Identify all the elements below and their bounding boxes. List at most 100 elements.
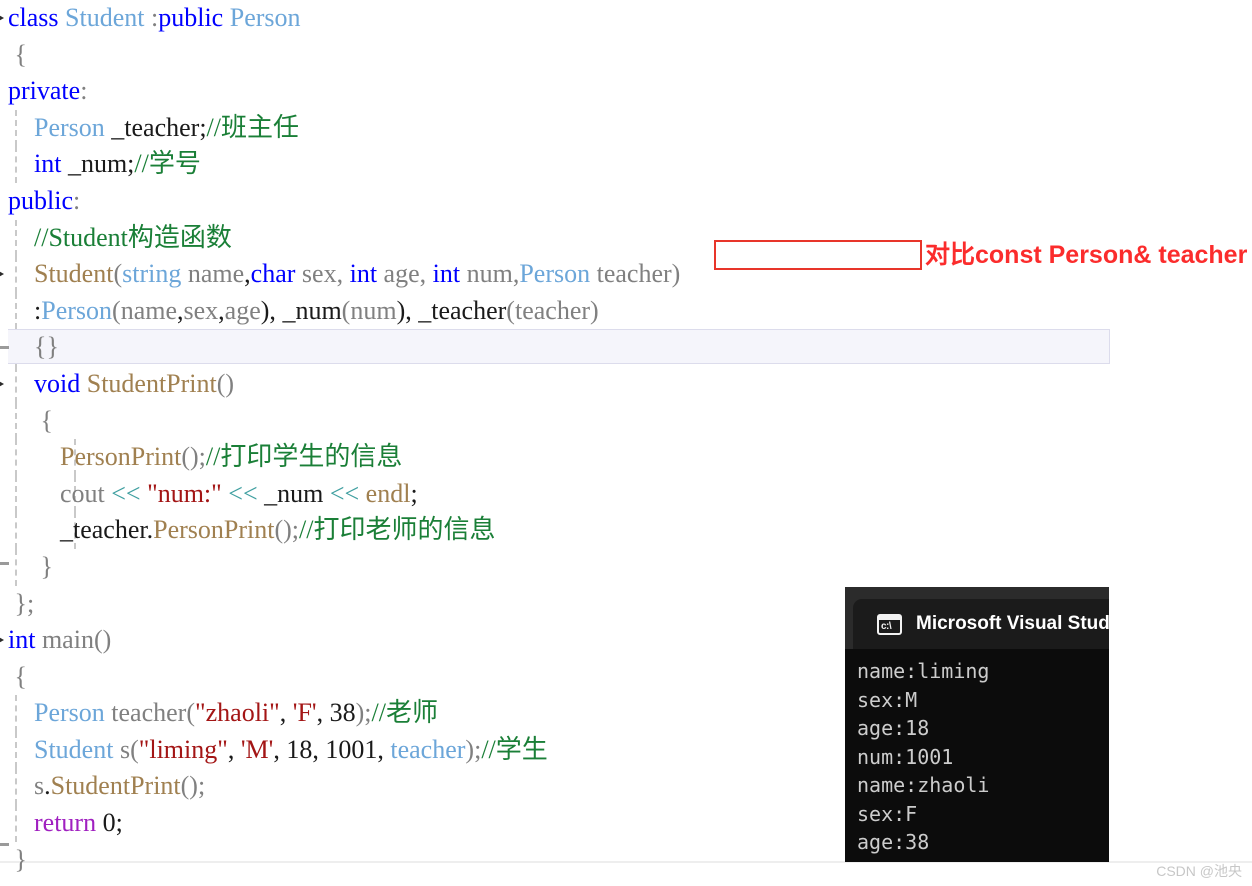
console-icon-label: c:\ bbox=[881, 620, 892, 632]
code-line[interactable]: _teacher.PersonPrint();//打印老师的信息 bbox=[0, 512, 1252, 549]
code-token: _teacher bbox=[60, 515, 147, 545]
code-token: << bbox=[111, 478, 141, 508]
code-token: : bbox=[80, 76, 88, 106]
code-token: , bbox=[227, 734, 241, 764]
code-token: ), bbox=[260, 295, 276, 325]
code-token: teacher bbox=[590, 259, 672, 289]
code-token: Person bbox=[34, 112, 105, 142]
console-output-line: name:zhaoli bbox=[857, 773, 990, 797]
code-line[interactable]: PersonPrint();//打印学生的信息 bbox=[0, 439, 1252, 476]
code-token: "zhaoli" bbox=[195, 698, 280, 728]
code-token: int bbox=[349, 259, 378, 289]
code-token: { bbox=[8, 405, 53, 435]
code-line[interactable]: :Person(name,sex,age), _num(num), _teach… bbox=[0, 292, 1252, 330]
code-token: , bbox=[377, 734, 391, 764]
code-line-text: int _num;//学号 bbox=[0, 146, 201, 183]
code-line-text: int main() bbox=[0, 622, 111, 659]
code-token: , bbox=[312, 734, 326, 764]
code-token: endl bbox=[365, 478, 411, 508]
code-token: public bbox=[158, 3, 224, 32]
code-token: teacher bbox=[390, 734, 466, 764]
code-line[interactable]: public: bbox=[0, 183, 1252, 220]
code-token: return bbox=[34, 808, 97, 838]
code-token: }; bbox=[8, 588, 35, 618]
code-token: 'F' bbox=[292, 698, 317, 728]
code-token: () bbox=[93, 625, 112, 655]
code-token: //学生 bbox=[481, 734, 548, 764]
collapse-chevron-icon[interactable] bbox=[0, 636, 4, 645]
annotation-label: 对比const Person& teacher bbox=[925, 241, 1248, 269]
code-line[interactable]: private: bbox=[0, 73, 1252, 110]
code-line[interactable]: } bbox=[0, 548, 1252, 586]
code-token: //老师 bbox=[371, 698, 438, 728]
fold-end-marker bbox=[0, 562, 9, 565]
collapse-chevron-icon[interactable] bbox=[0, 14, 4, 23]
code-token: ) bbox=[671, 259, 681, 289]
code-line[interactable]: cout << "num:" << _num << endl; bbox=[0, 475, 1252, 513]
code-token: ( bbox=[112, 295, 121, 325]
code-token: ( bbox=[130, 734, 139, 764]
code-line[interactable]: class Student :public Person bbox=[0, 0, 1252, 37]
code-token: Person bbox=[41, 295, 113, 325]
code-line-text: private: bbox=[0, 73, 87, 110]
code-token: 0 bbox=[102, 808, 116, 838]
code-token: Student bbox=[34, 734, 114, 764]
console-output-text: name:liming sex:M age:18 num:1001 name:zhaol… bbox=[845, 649, 1109, 857]
code-line-text: _teacher.PersonPrint();//打印老师的信息 bbox=[0, 512, 495, 549]
code-token: string bbox=[122, 259, 182, 289]
code-line[interactable]: { bbox=[0, 402, 1252, 440]
code-token: s bbox=[113, 734, 131, 764]
code-token: (); bbox=[181, 442, 206, 472]
code-token: ); bbox=[355, 698, 372, 728]
code-line[interactable]: int _num;//学号 bbox=[0, 146, 1252, 183]
code-token: s bbox=[34, 771, 45, 801]
code-line[interactable]: { bbox=[0, 37, 1252, 74]
code-token: ); bbox=[465, 734, 482, 764]
code-token: : bbox=[144, 3, 159, 32]
console-output-line: age:18 bbox=[857, 716, 930, 740]
console-output-line: num:1001 bbox=[857, 744, 954, 769]
code-line-text: void StudentPrint() bbox=[0, 366, 234, 403]
code-token: char bbox=[250, 259, 296, 289]
code-token: : bbox=[8, 295, 42, 325]
code-token: 1001 bbox=[325, 734, 378, 764]
code-token: } bbox=[8, 844, 27, 874]
console-cmd-icon: c:\ bbox=[877, 613, 902, 635]
code-token: Person bbox=[519, 259, 591, 289]
console-output-line: sex:M bbox=[857, 687, 918, 712]
code-line-text: Student(string name,char sex, int age, i… bbox=[0, 256, 680, 293]
code-token: main bbox=[41, 625, 94, 655]
code-token: , bbox=[316, 698, 330, 728]
code-token: //班主任 bbox=[206, 112, 299, 142]
code-token: sex, bbox=[295, 259, 350, 289]
code-token: num, bbox=[460, 259, 520, 289]
code-line-text: Student s("liming", 'M', 18, 1001, teach… bbox=[0, 732, 548, 769]
code-token: , bbox=[279, 698, 293, 728]
code-line[interactable]: {} bbox=[0, 329, 1252, 366]
code-token: int bbox=[432, 259, 461, 289]
code-line[interactable]: Person _teacher;//班主任 bbox=[0, 109, 1252, 147]
code-token: age, bbox=[377, 259, 433, 289]
code-token: PersonPrint bbox=[60, 442, 182, 472]
code-token: name bbox=[120, 295, 177, 325]
code-token: PersonPrint bbox=[153, 515, 275, 545]
code-token: ; bbox=[115, 808, 123, 838]
collapse-chevron-icon[interactable] bbox=[0, 270, 4, 279]
code-token: () bbox=[216, 368, 235, 398]
code-token: Student bbox=[65, 3, 145, 32]
code-line[interactable]: void StudentPrint() bbox=[0, 365, 1252, 403]
console-output-window[interactable]: c:\ Microsoft Visual Studio name:liming s… bbox=[845, 587, 1109, 862]
console-titlebar[interactable]: c:\ Microsoft Visual Studio bbox=[845, 587, 1109, 649]
code-token: "liming" bbox=[138, 734, 228, 764]
csdn-watermark: CSDN @池央 bbox=[1156, 863, 1242, 879]
code-token: class bbox=[8, 3, 59, 32]
collapse-chevron-icon[interactable] bbox=[0, 380, 4, 389]
